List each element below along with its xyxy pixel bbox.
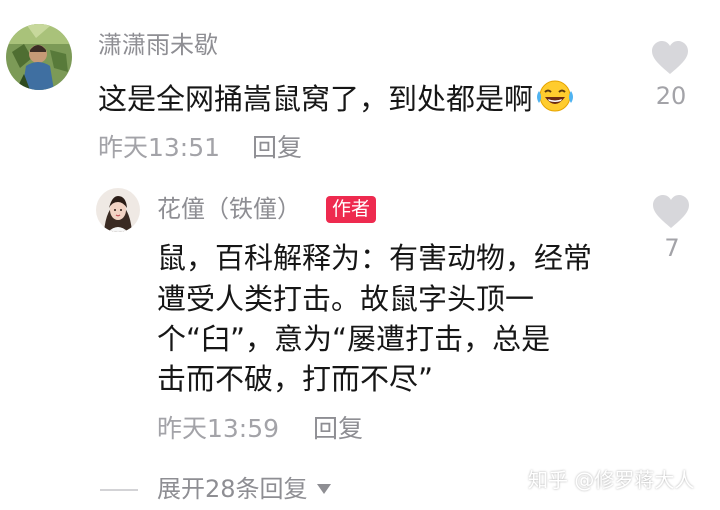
reply-line-2: 遭受人类打击。故鼠字头顶一 [157, 282, 535, 316]
expand-replies-label: 展开28条回复 [157, 475, 308, 503]
heart-icon [651, 195, 691, 234]
comment-text: 这是全网捅嵩鼠窝了，到处都是啊 [98, 79, 575, 118]
comment-like-count: 20 [655, 82, 687, 110]
divider [100, 489, 138, 491]
watermark: 知乎 @修罗蒋大人 [528, 468, 695, 492]
reply-line-1: 鼠，百科解释为：有害动物，经常 [157, 241, 593, 275]
reply-reply-button[interactable]: 回复 [313, 416, 363, 441]
avatar[interactable] [6, 24, 72, 90]
author-badge: 作者 [326, 196, 377, 223]
reply-line-4: 击而不破，打而不尽” [157, 362, 434, 396]
reply-time: 昨天13:59 [157, 414, 280, 443]
reply-line-3: 个“臼”，意为“屡遭打击，总是 [157, 322, 551, 356]
comment-text-content: 这是全网捅嵩鼠窝了，到处都是啊 [98, 82, 534, 116]
caret-down-icon [316, 480, 332, 499]
comment-like-button[interactable] [650, 40, 690, 80]
expand-replies-button[interactable]: 展开28条回复 [157, 477, 332, 501]
heart-icon [650, 41, 690, 80]
laughing-tears-emoji-icon [535, 79, 575, 118]
reply-like-button[interactable] [651, 194, 691, 234]
comment-time: 昨天13:51 [98, 133, 221, 162]
comment-user-name[interactable]: 潇潇雨未歇 [98, 33, 218, 57]
reply-user-name[interactable]: 花僮（铁僮） [157, 197, 301, 221]
reply-avatar[interactable] [96, 188, 140, 232]
reply-like-count: 7 [664, 234, 680, 262]
comment-reply-button[interactable]: 回复 [252, 135, 302, 160]
